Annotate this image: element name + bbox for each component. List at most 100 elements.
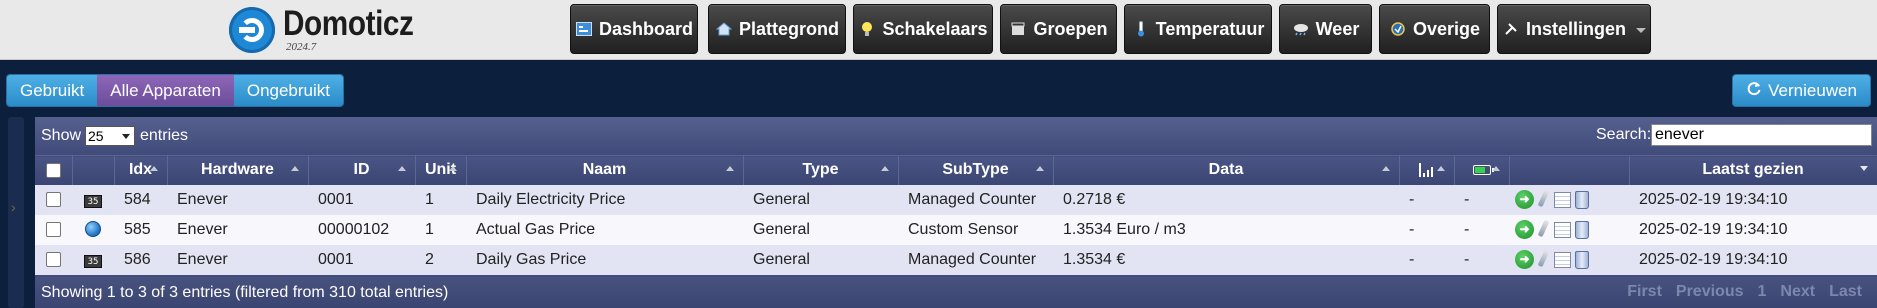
- activate-icon[interactable]: ➜: [1515, 250, 1534, 269]
- pager-last[interactable]: Last: [1822, 283, 1869, 301]
- filter-all-button[interactable]: Alle Apparaten: [97, 75, 234, 106]
- counter-icon: 35: [84, 194, 102, 208]
- sort-icon: [149, 166, 158, 171]
- cell-idx: 586: [114, 244, 167, 275]
- filter-used-button[interactable]: Gebruikt: [7, 75, 98, 106]
- cell-type: General: [743, 244, 898, 275]
- pager-first[interactable]: First: [1620, 283, 1669, 301]
- cell-hardware: Enever: [167, 184, 308, 215]
- column-hardware[interactable]: Hardware: [167, 155, 309, 185]
- nav-instellingen[interactable]: Instellingen: [1497, 4, 1651, 54]
- dashboard-icon: [575, 20, 593, 38]
- show-label: Show: [41, 127, 82, 144]
- table-info: Showing 1 to 3 of 3 entries (filtered fr…: [41, 284, 449, 301]
- activate-icon[interactable]: ➜: [1515, 190, 1534, 209]
- column-data[interactable]: Data: [1053, 155, 1400, 185]
- entries-label: entries: [140, 127, 189, 144]
- cell-actions: ➜: [1509, 244, 1629, 275]
- sort-icon: [1035, 166, 1044, 171]
- log-icon[interactable]: [1554, 191, 1571, 208]
- column-last-seen[interactable]: Laatst gezien: [1629, 155, 1877, 185]
- devices-table: Idx Hardware ID Unit Naam Type SubType D…: [35, 155, 1877, 275]
- sort-icon: [1436, 166, 1445, 171]
- globe-icon: [85, 221, 101, 238]
- edit-icon[interactable]: [1538, 250, 1550, 269]
- counter-icon: 35: [84, 254, 102, 268]
- nav-label: Plattegrond: [738, 18, 839, 39]
- main-content: Gebruikt Alle Apparaten Ongebruikt Verni…: [0, 61, 1877, 308]
- search-input[interactable]: enever: [1651, 124, 1872, 146]
- column-label: Data: [1208, 161, 1244, 179]
- cell-subtype: Managed Counter: [898, 184, 1053, 215]
- nav-weer[interactable]: Weer: [1279, 4, 1372, 54]
- column-subtype[interactable]: SubType: [898, 155, 1054, 185]
- pager-page[interactable]: 1: [1751, 283, 1774, 301]
- table-row: 35 586 Enever 0001 2 Daily Gas Price Gen…: [35, 244, 1877, 275]
- domoticz-logo-icon[interactable]: [229, 7, 275, 53]
- sort-icon: [1381, 166, 1390, 171]
- delete-icon[interactable]: [1575, 250, 1589, 269]
- sort-icon: [1491, 166, 1500, 171]
- select-all-checkbox[interactable]: [35, 155, 73, 185]
- chevron-right-icon: ›: [11, 199, 16, 215]
- log-icon[interactable]: [1554, 251, 1571, 268]
- column-type[interactable]: Type: [743, 155, 899, 185]
- row-checkbox[interactable]: [35, 244, 72, 275]
- column-signal[interactable]: [1399, 155, 1455, 185]
- log-icon[interactable]: [1554, 221, 1571, 238]
- nav-dashboard[interactable]: Dashboard: [570, 4, 698, 54]
- top-header: Domoticz 2024.7 Dashboard Plattegrond Sc…: [0, 0, 1877, 60]
- cell-last-seen: 2025-02-19 19:34:10: [1629, 244, 1877, 275]
- sort-icon: [448, 166, 457, 171]
- column-label: Type: [802, 161, 839, 179]
- tools-icon: [1502, 20, 1520, 38]
- nav-schakelaars[interactable]: Schakelaars: [853, 4, 993, 54]
- delete-icon[interactable]: [1575, 220, 1589, 239]
- signal-icon: [1418, 163, 1436, 178]
- cell-last-seen: 2025-02-19 19:34:10: [1629, 184, 1877, 215]
- filter-unused-button[interactable]: Ongebruikt: [233, 75, 344, 106]
- cell-unit: 1: [415, 184, 466, 215]
- app-version: 2024.7: [286, 41, 317, 53]
- cell-data: 1.3534 €: [1053, 244, 1399, 275]
- cell-signal: -: [1399, 184, 1454, 215]
- nav-temperatuur[interactable]: Temperatuur: [1124, 4, 1272, 54]
- cell-actions: ➜: [1509, 214, 1629, 245]
- cell-hardware: Enever: [167, 244, 308, 275]
- activate-icon[interactable]: ➜: [1515, 220, 1534, 239]
- column-idx[interactable]: Idx: [114, 155, 168, 185]
- row-checkbox[interactable]: [35, 214, 72, 245]
- edit-icon[interactable]: [1538, 220, 1550, 239]
- row-device-icon: 35: [72, 184, 114, 215]
- column-battery[interactable]: [1454, 155, 1510, 185]
- table-row: 585 Enever 00000102 1 Actual Gas Price G…: [35, 214, 1877, 245]
- table-controls: Show 25 entries Search: enever: [35, 117, 1877, 155]
- scenes-icon: [1009, 20, 1027, 38]
- cell-unit: 1: [415, 214, 466, 245]
- search-label: Search:: [1596, 126, 1652, 143]
- column-id[interactable]: ID: [308, 155, 416, 185]
- refresh-button[interactable]: Vernieuwen: [1732, 74, 1871, 107]
- sort-icon: [880, 166, 889, 171]
- nav-plattegrond[interactable]: Plattegrond: [708, 4, 846, 54]
- nav-overige[interactable]: Overige: [1379, 4, 1490, 54]
- cell-id: 0001: [308, 244, 415, 275]
- nav-groepen[interactable]: Groepen: [1000, 4, 1117, 54]
- pager-next[interactable]: Next: [1773, 283, 1822, 301]
- delete-icon[interactable]: [1575, 190, 1589, 209]
- cell-signal: -: [1399, 214, 1454, 245]
- cell-type: General: [743, 214, 898, 245]
- column-unit[interactable]: Unit: [415, 155, 467, 185]
- edit-icon[interactable]: [1538, 190, 1550, 209]
- column-name[interactable]: Naam: [466, 155, 744, 185]
- cell-idx: 585: [114, 214, 167, 245]
- page-size-select[interactable]: 25: [85, 126, 135, 146]
- row-device-icon: 35: [72, 244, 114, 275]
- column-label: SubType: [942, 161, 1009, 179]
- sidebar-toggle[interactable]: ›: [8, 117, 24, 308]
- sort-icon: [290, 166, 299, 171]
- app-name: Domoticz: [283, 4, 414, 43]
- cell-name: Actual Gas Price: [466, 214, 743, 245]
- pager-previous[interactable]: Previous: [1669, 283, 1751, 301]
- row-checkbox[interactable]: [35, 184, 72, 215]
